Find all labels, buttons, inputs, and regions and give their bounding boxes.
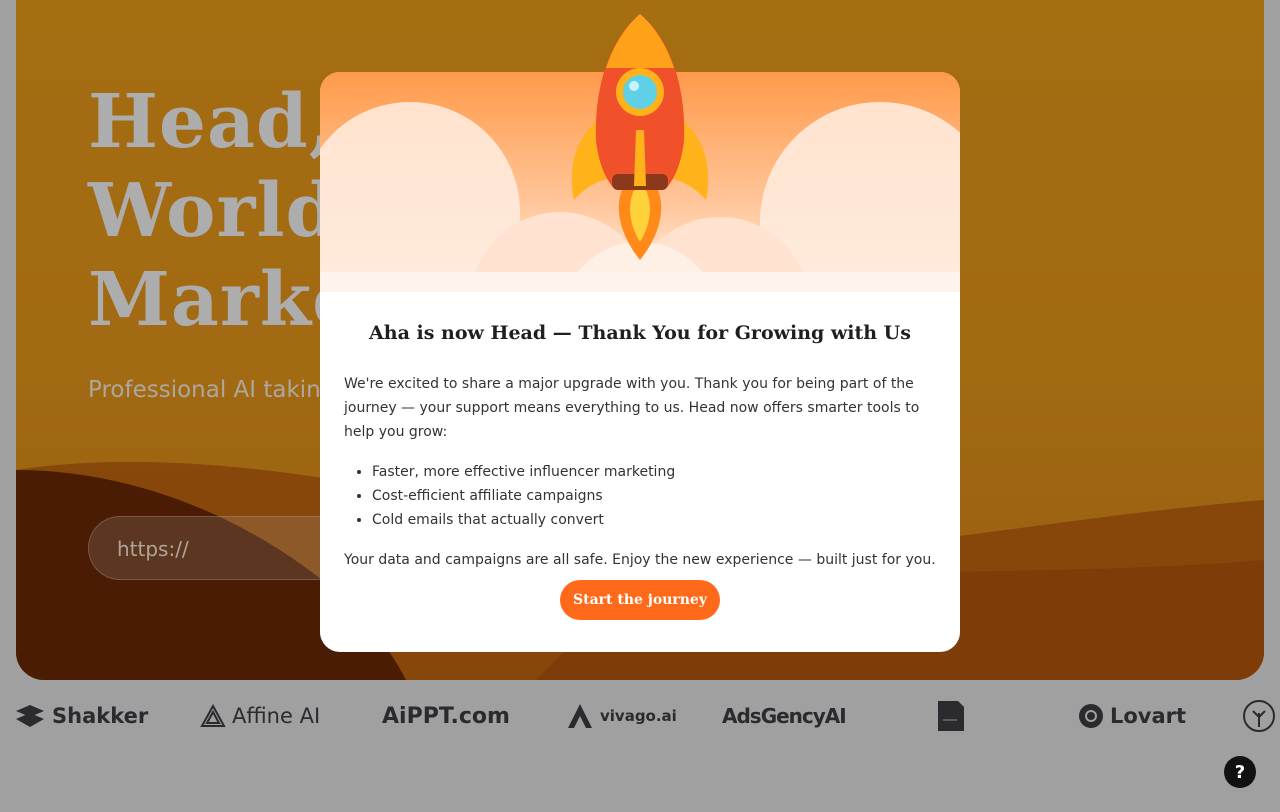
- help-button[interactable]: ?: [1224, 756, 1256, 788]
- feature-list-item: Faster, more effective influencer market…: [372, 460, 940, 484]
- feature-list-item: Cost-efficient affiliate campaigns: [372, 484, 940, 508]
- rocket-icon: [571, 14, 709, 260]
- feature-list-item: Cold emails that actually convert: [372, 508, 940, 532]
- modal-closing: Your data and campaigns are all safe. En…: [344, 552, 936, 568]
- feature-list: Faster, more effective influencer market…: [344, 460, 940, 532]
- modal-intro: We're excited to share a major upgrade w…: [344, 376, 920, 440]
- modal-title: Aha is now Head — Thank You for Growing …: [369, 322, 911, 344]
- start-journey-button[interactable]: Start the journey: [560, 580, 720, 620]
- modal-body: We're excited to share a major upgrade w…: [344, 372, 940, 572]
